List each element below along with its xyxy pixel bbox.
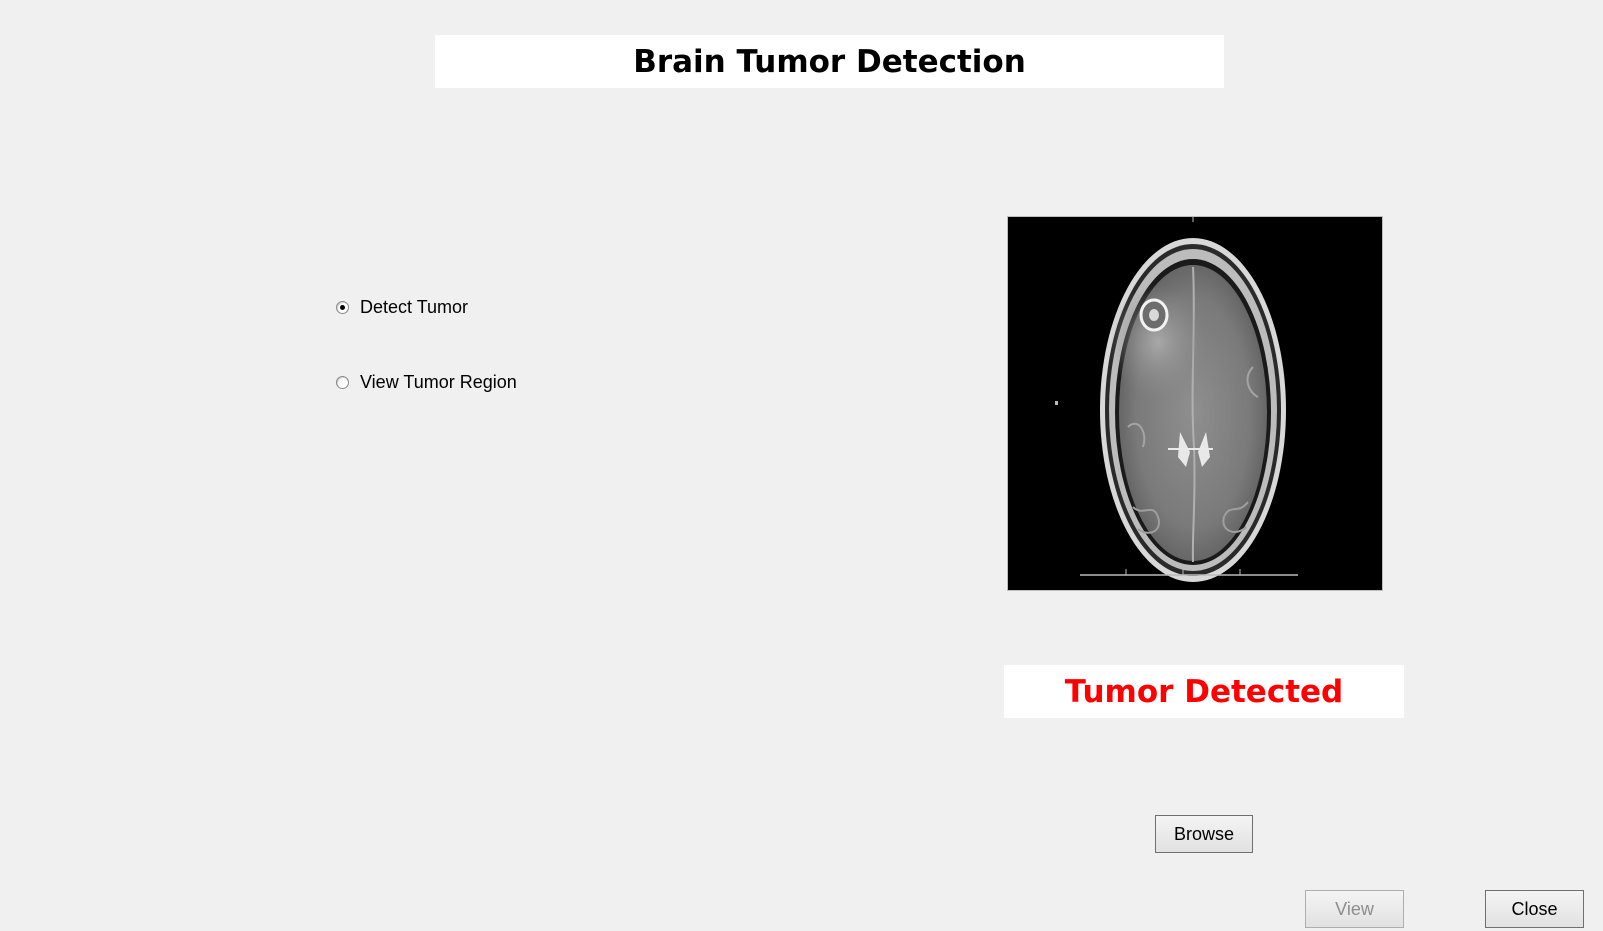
- radio-label: Detect Tumor: [360, 297, 469, 317]
- result-status: Tumor Detected: [1064, 673, 1344, 710]
- mri-image-preview: [1007, 216, 1383, 591]
- radio-button-icon[interactable]: [336, 376, 349, 389]
- title-banner: Brain Tumor Detection: [435, 35, 1224, 88]
- view-button[interactable]: View: [1305, 890, 1404, 928]
- close-button[interactable]: Close: [1485, 890, 1584, 928]
- app-window: Brain Tumor Detection Detect Tumor View …: [0, 0, 1603, 931]
- page-title: Brain Tumor Detection: [633, 43, 1026, 80]
- radio-detect-tumor[interactable]: Detect Tumor: [336, 297, 468, 318]
- result-banner: Tumor Detected: [1004, 665, 1404, 718]
- radio-selected-dot: [340, 305, 345, 310]
- browse-button[interactable]: Browse: [1155, 815, 1253, 853]
- radio-button-icon[interactable]: [336, 301, 349, 314]
- brain-mri-scan-icon: [1055, 217, 1298, 582]
- radio-view-tumor-region[interactable]: View Tumor Region: [336, 372, 517, 393]
- radio-label: View Tumor Region: [360, 372, 517, 392]
